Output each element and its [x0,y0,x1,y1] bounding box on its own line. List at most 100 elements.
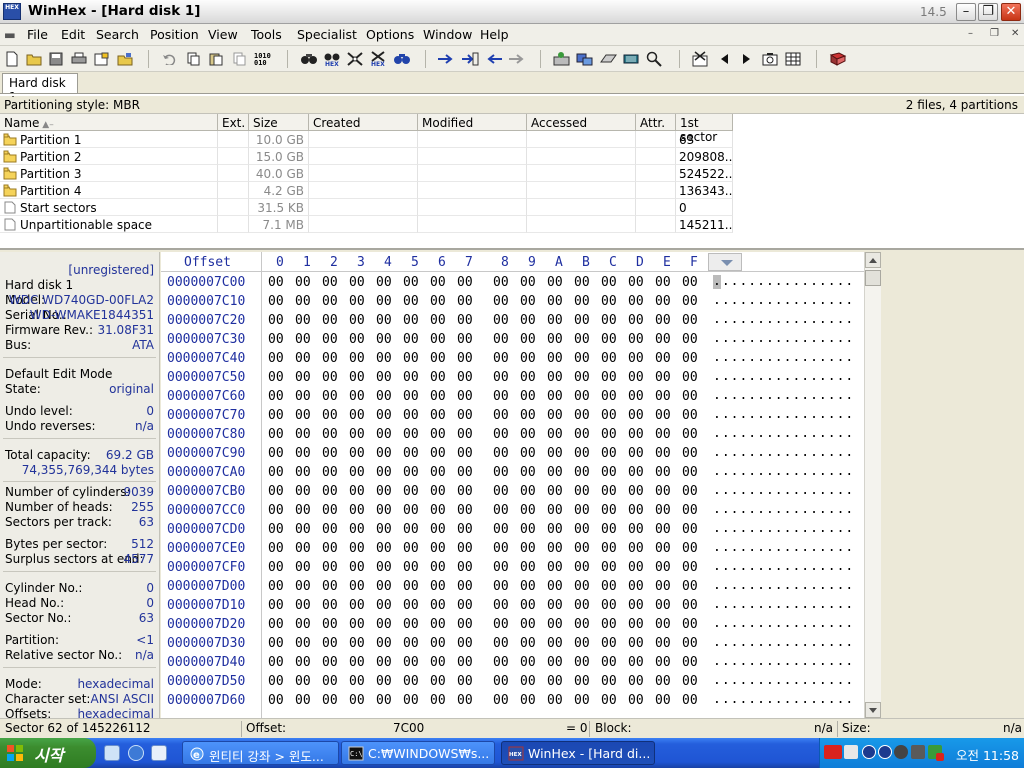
hex-byte[interactable]: 00 [430,598,446,613]
offset-status-value[interactable]: 7C00 [393,721,424,735]
hex-byte[interactable]: 00 [376,351,392,366]
hex-row[interactable]: 0000007D30 00 00 00 00 00 00 00 00 00 00 00 00 00 00 00… [161,635,867,654]
alert-icon[interactable] [936,753,944,761]
hex-byte[interactable]: 00 [322,389,338,404]
hex-byte[interactable]: 00 [349,446,365,461]
hex-byte[interactable]: 00 [376,655,392,670]
hex-byte[interactable]: 00 [547,294,563,309]
hex-byte[interactable]: 00 [268,332,284,347]
hex-byte[interactable]: 00 [628,294,644,309]
hex-byte[interactable]: 00 [601,636,617,651]
binary-icon[interactable]: 1010 010 [253,50,271,67]
hex-byte[interactable]: 00 [601,522,617,537]
hex-byte[interactable]: 00 [493,693,509,708]
hex-byte[interactable]: 00 [430,446,446,461]
hex-byte[interactable]: 00 [628,560,644,575]
hex-byte[interactable]: 00 [520,579,536,594]
hex-byte[interactable]: 00 [430,332,446,347]
hex-byte[interactable]: 00 [268,351,284,366]
search-magnifier-icon[interactable] [645,50,663,67]
hex-byte[interactable]: 00 [574,294,590,309]
taskbar-button-browser[interactable]: e 윈티티 강좌 > 윈도... [182,741,339,765]
hex-byte[interactable]: 00 [268,389,284,404]
hex-byte[interactable]: 00 [403,389,419,404]
hex-byte[interactable]: 00 [430,313,446,328]
ascii-text[interactable]: ................ [713,483,854,498]
hex-byte[interactable]: 00 [349,598,365,613]
hex-byte[interactable]: 00 [574,693,590,708]
hex-byte[interactable]: 00 [601,370,617,385]
hex-byte[interactable]: 00 [628,446,644,461]
hex-byte[interactable]: 00 [403,351,419,366]
hex-byte[interactable]: 00 [574,408,590,423]
hex-byte[interactable]: 00 [682,465,698,480]
hex-byte[interactable]: 00 [628,427,644,442]
hex-byte[interactable]: 00 [655,693,671,708]
hex-byte[interactable]: 00 [322,351,338,366]
ascii-text[interactable]: ................ [713,635,854,650]
find-again-icon[interactable] [393,50,411,67]
hex-byte[interactable]: 00 [457,275,473,290]
new-file-icon[interactable] [3,50,21,67]
forward-icon[interactable] [508,50,526,67]
hex-byte[interactable]: 00 [349,617,365,632]
hex-byte[interactable]: 00 [403,408,419,423]
hex-byte[interactable]: 00 [493,598,509,613]
hex-byte[interactable]: 00 [268,560,284,575]
hex-byte[interactable]: 00 [520,522,536,537]
hex-byte[interactable]: 00 [403,275,419,290]
hex-byte[interactable]: 00 [403,617,419,632]
hex-byte[interactable]: 00 [574,560,590,575]
hex-byte[interactable]: 00 [547,560,563,575]
hex-byte[interactable]: 00 [520,693,536,708]
find-text-icon[interactable] [300,50,318,67]
hex-byte[interactable]: 00 [457,503,473,518]
hex-byte[interactable]: 00 [520,636,536,651]
hex-byte[interactable]: 00 [574,370,590,385]
hex-byte[interactable]: 00 [376,427,392,442]
hex-byte[interactable]: 00 [547,522,563,537]
hex-byte[interactable]: 00 [430,541,446,556]
hex-byte[interactable]: 00 [628,522,644,537]
hex-byte[interactable]: 00 [520,598,536,613]
column-header-size[interactable]: Size [249,114,309,131]
hex-byte[interactable]: 00 [403,560,419,575]
mdi-close-icon[interactable]: ✕ [1011,28,1019,39]
column-header-first-sector[interactable]: 1st sector [676,114,733,144]
hex-byte[interactable]: 00 [457,598,473,613]
hex-byte[interactable]: 00 [295,275,311,290]
hex-byte[interactable]: 00 [547,617,563,632]
hex-byte[interactable]: 00 [655,294,671,309]
menu-position[interactable]: Position [150,27,199,42]
hex-byte[interactable]: 00 [430,674,446,689]
go-to-sector-icon[interactable] [461,50,479,67]
hex-byte[interactable]: 00 [457,560,473,575]
ascii-text[interactable]: ................ [713,388,854,403]
hex-byte[interactable]: 00 [655,541,671,556]
copy-icon[interactable] [207,50,225,67]
hex-byte[interactable]: 00 [520,484,536,499]
scroll-up-icon[interactable] [865,252,881,268]
column-header-accessed[interactable]: Accessed [527,114,636,131]
hex-byte[interactable]: 00 [295,332,311,347]
scroll-down-icon[interactable] [865,702,881,718]
hex-byte[interactable]: 00 [574,275,590,290]
hex-byte[interactable]: 00 [295,560,311,575]
drive-icon[interactable] [599,50,617,67]
hex-byte[interactable]: 00 [268,465,284,480]
hex-byte[interactable]: 00 [520,427,536,442]
hex-byte[interactable]: 00 [349,465,365,480]
hex-byte[interactable]: 00 [376,484,392,499]
hex-byte[interactable]: 00 [322,313,338,328]
hex-byte[interactable]: 00 [601,351,617,366]
hex-byte[interactable]: 00 [268,427,284,442]
hex-byte[interactable]: 00 [547,389,563,404]
column-header-modified[interactable]: Modified [418,114,527,131]
hex-byte[interactable]: 00 [322,674,338,689]
hex-byte[interactable]: 00 [322,693,338,708]
hex-row[interactable]: 0000007C30 00 00 00 00 00 00 00 00 00 00 00 00 00 00 00… [161,331,867,350]
hex-byte[interactable]: 00 [457,389,473,404]
hex-byte[interactable]: 00 [547,332,563,347]
hex-byte[interactable]: 00 [574,446,590,461]
hex-byte[interactable]: 00 [601,541,617,556]
